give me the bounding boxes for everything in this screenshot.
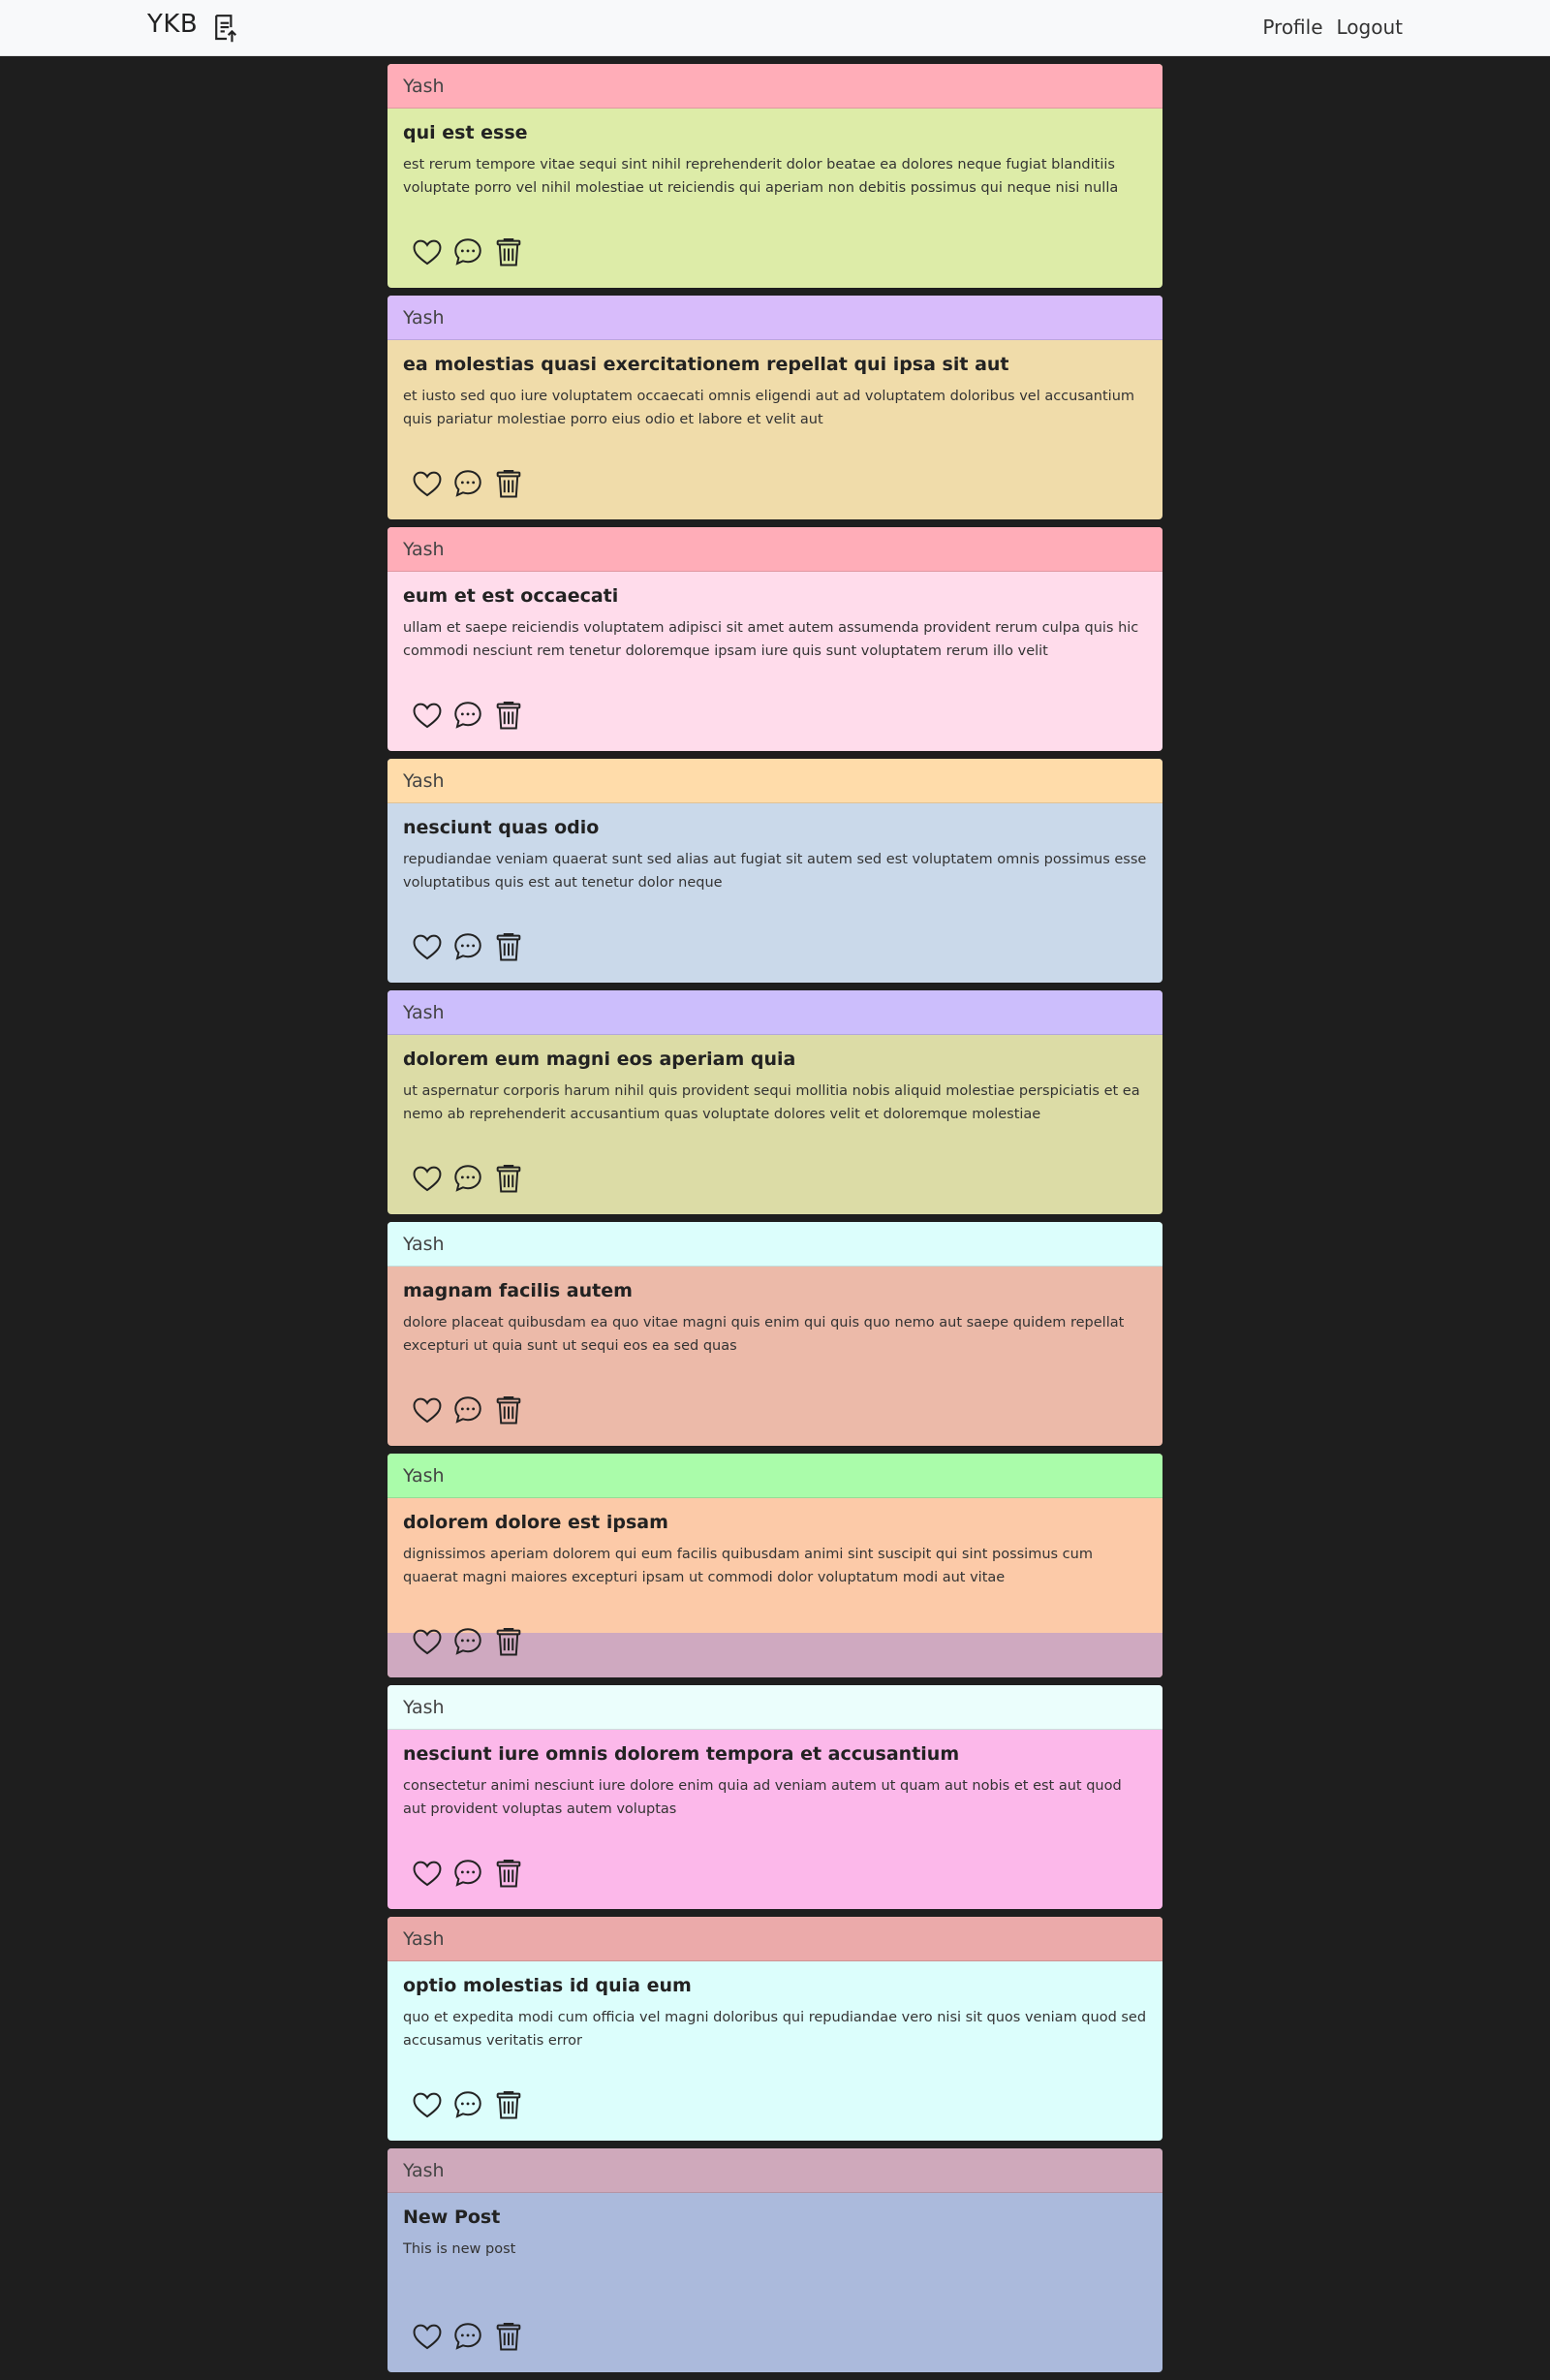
post-actions [411,1394,525,1426]
heart-icon[interactable] [411,2320,444,2353]
heart-icon[interactable] [411,1394,444,1426]
post-actions [411,699,525,732]
post-author: Yash [388,2148,1162,2193]
trash-icon[interactable] [492,467,525,500]
post-author: Yash [388,296,1162,340]
post-author: Yash [388,1222,1162,1267]
trash-icon[interactable] [492,1625,525,1658]
post-upload-icon[interactable] [213,14,238,43]
post-title: New Post [403,2207,501,2228]
post-actions [411,930,525,963]
post-card: Yash ea molestias quasi exercitationem re… [388,296,1162,519]
post-text: dolore placeat quibusdam ea quo vitae ma… [403,1315,1125,1354]
trash-icon[interactable] [492,2320,525,2353]
post-body: dolorem dolore est ipsam dignissimos aper… [388,1498,1162,1677]
post-author: Yash [388,990,1162,1035]
heart-icon[interactable] [411,1857,444,1890]
post-card: Yash dolorem dolore est ipsam dignissimos … [388,1454,1162,1677]
post-body: New Post This is new post [388,2193,1162,2372]
post-body: nesciunt iure omnis dolorem tempora et a… [388,1730,1162,1909]
trash-icon[interactable] [492,235,525,268]
post-body: ea molestias quasi exercitationem repell… [388,340,1162,519]
post-text: dignissimos aperiam dolorem qui eum faci… [403,1547,1093,1585]
comment-icon[interactable] [451,467,484,500]
post-card: Yash magnam facilis autem dolore placeat q… [388,1222,1162,1446]
comment-icon[interactable] [451,2320,484,2353]
comment-icon[interactable] [451,1857,484,1890]
comment-icon[interactable] [451,1162,484,1195]
post-author: Yash [388,1454,1162,1498]
post-author: Yash [388,759,1162,803]
brand-logo[interactable]: YKB [147,10,198,39]
comment-icon[interactable] [451,1394,484,1426]
nav-links: Profile Logout [1262,16,1403,39]
post-author: Yash [388,527,1162,572]
post-title: eum et est occaecati [403,585,619,607]
heart-icon[interactable] [411,467,444,500]
trash-icon[interactable] [492,1162,525,1195]
heart-icon[interactable] [411,1162,444,1195]
post-title: nesciunt quas odio [403,817,600,838]
post-title: optio molestias id quia eum [403,1975,692,1996]
post-text: quo et expedita modi cum officia vel mag… [403,2010,1147,2049]
post-title: nesciunt iure omnis dolorem tempora et a… [403,1743,960,1765]
comment-icon[interactable] [451,930,484,963]
navbar: YKB Profile Logout [0,0,1550,56]
post-actions [411,2088,525,2121]
post-text: repudiandae veniam quaerat sunt sed alia… [403,852,1147,891]
post-title: dolorem eum magni eos aperiam quia [403,1049,796,1070]
logout-link[interactable]: Logout [1337,16,1403,39]
profile-link[interactable]: Profile [1262,16,1322,39]
post-actions [411,235,525,268]
post-card: Yash dolorem eum magni eos aperiam quia ut… [388,990,1162,1214]
post-author: Yash [388,1685,1162,1730]
post-text: est rerum tempore vitae sequi sint nihil… [403,157,1119,196]
post-card: Yash nesciunt quas odio repudiandae veniam… [388,759,1162,983]
post-author: Yash [388,1917,1162,1961]
post-card: Yash optio molestias id quia eum quo et ex… [388,1917,1162,2141]
post-title: qui est esse [403,122,528,143]
trash-icon[interactable] [492,1394,525,1426]
post-body: eum et est occaecati ullam et saepe reici… [388,572,1162,751]
comment-icon[interactable] [451,699,484,732]
heart-icon[interactable] [411,930,444,963]
post-body: magnam facilis autem dolore placeat quibu… [388,1267,1162,1446]
comment-icon[interactable] [451,235,484,268]
post-text: This is new post [403,2241,516,2257]
comment-icon[interactable] [451,1625,484,1658]
post-body: nesciunt quas odio repudiandae veniam qua… [388,803,1162,983]
post-author: Yash [388,64,1162,109]
post-feed: Yash qui est esse est rerum tempore vitae … [388,64,1162,2380]
post-actions [411,1625,525,1658]
post-actions [411,1857,525,1890]
post-title: ea molestias quasi exercitationem repell… [403,354,1009,375]
post-title: dolorem dolore est ipsam [403,1512,668,1533]
post-text: consectetur animi nesciunt iure dolore e… [403,1778,1122,1817]
trash-icon[interactable] [492,930,525,963]
heart-icon[interactable] [411,235,444,268]
post-body: dolorem eum magni eos aperiam quia ut asp… [388,1035,1162,1214]
post-card: Yash New Post This is new post [388,2148,1162,2372]
post-actions [411,1162,525,1195]
trash-icon[interactable] [492,1857,525,1890]
trash-icon[interactable] [492,699,525,732]
post-body: optio molestias id quia eum quo et expedi… [388,1961,1162,2141]
post-card: Yash qui est esse est rerum tempore vitae … [388,64,1162,288]
post-text: ut aspernatur corporis harum nihil quis … [403,1083,1140,1122]
heart-icon[interactable] [411,2088,444,2121]
post-body: qui est esse est rerum tempore vitae sequ… [388,109,1162,288]
post-actions [411,467,525,500]
heart-icon[interactable] [411,1625,444,1658]
post-text: ullam et saepe reiciendis voluptatem adi… [403,620,1139,659]
trash-icon[interactable] [492,2088,525,2121]
post-title: magnam facilis autem [403,1280,633,1301]
post-card: Yash nesciunt iure omnis dolorem tempora … [388,1685,1162,1909]
post-actions [411,2320,525,2353]
comment-icon[interactable] [451,2088,484,2121]
heart-icon[interactable] [411,699,444,732]
post-card: Yash eum et est occaecati ullam et saepe r… [388,527,1162,751]
post-text: et iusto sed quo iure voluptatem occaeca… [403,389,1135,427]
